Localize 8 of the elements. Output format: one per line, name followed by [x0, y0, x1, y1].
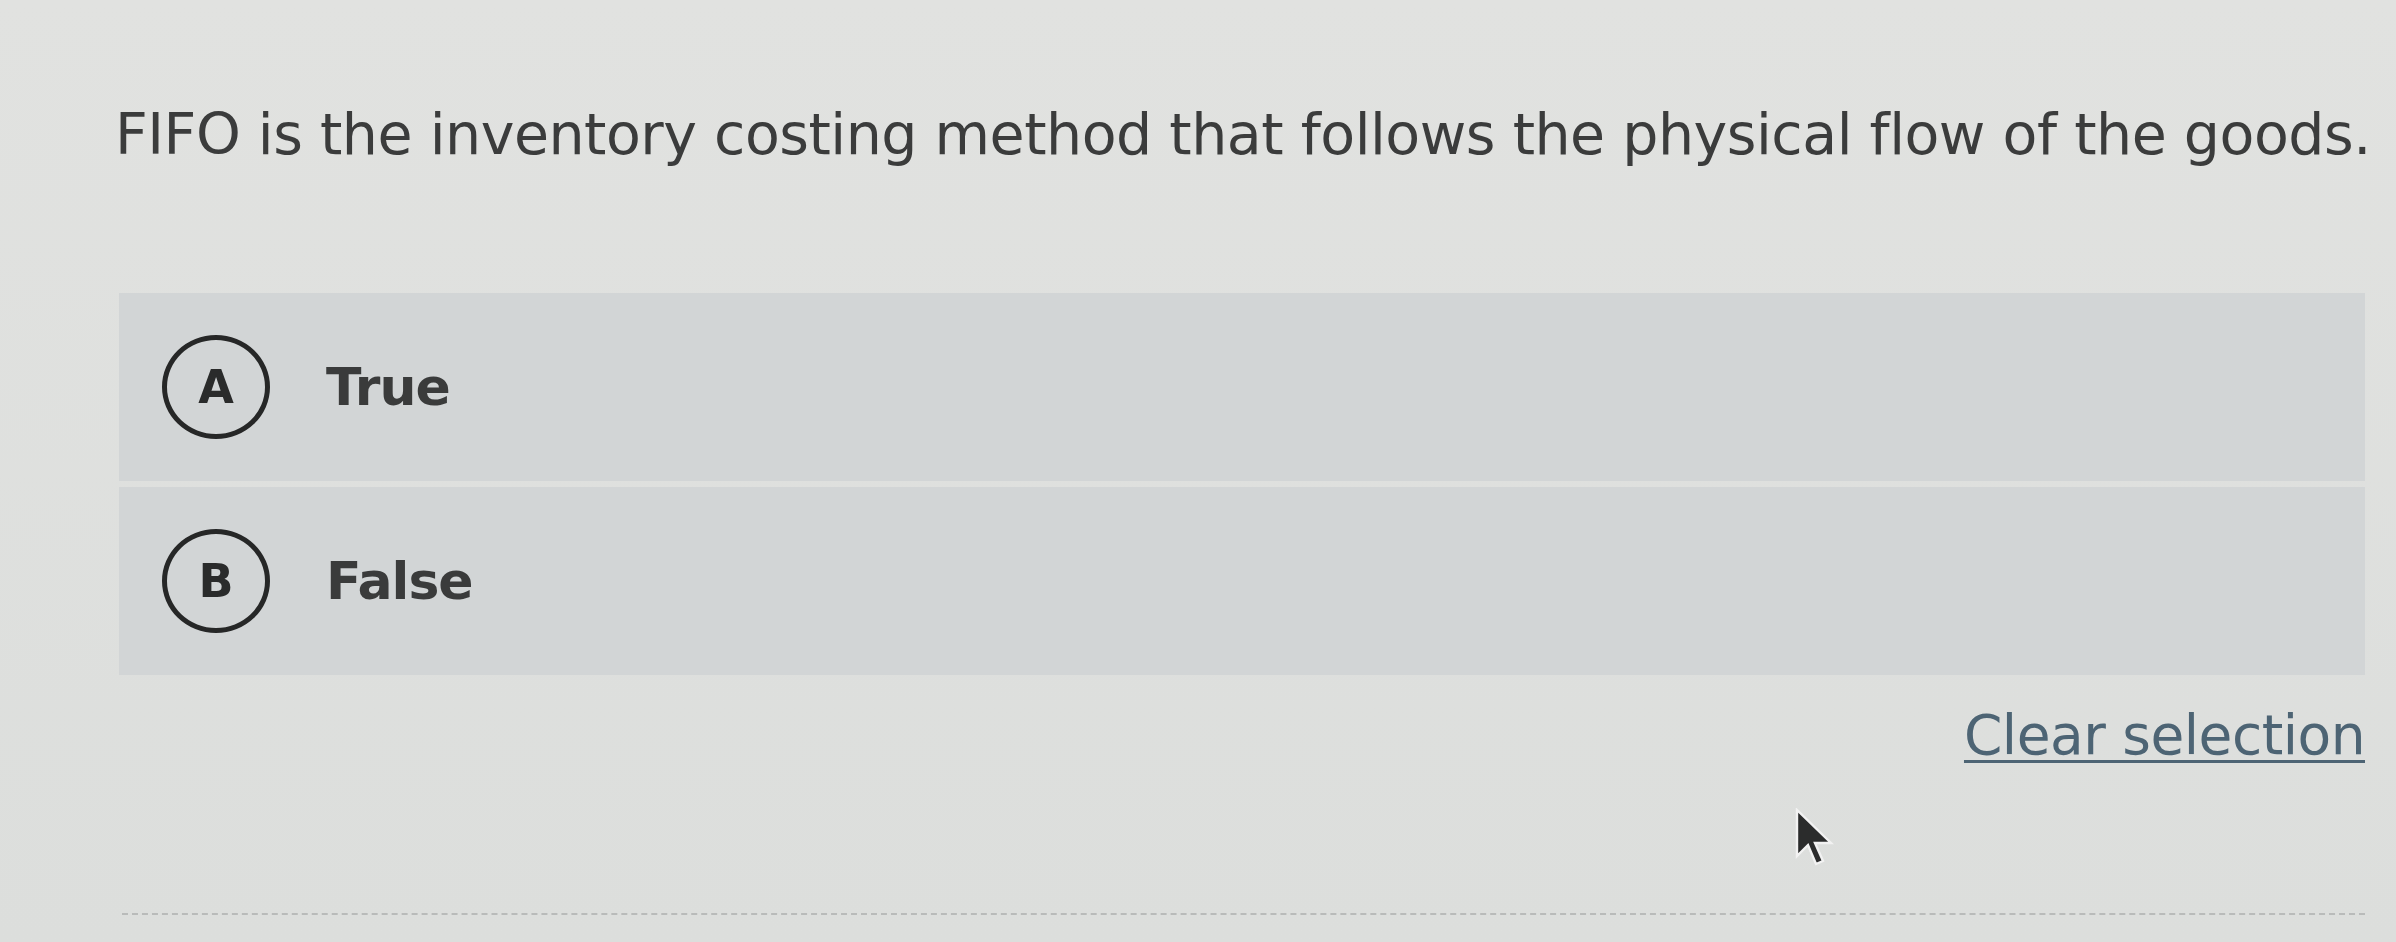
clear-selection-link[interactable]: Clear selection: [1963, 703, 2365, 767]
question-text: FIFO is the inventory costing method that follows the physical flow of the goods.: [115, 100, 2365, 169]
answer-option[interactable]: B False: [119, 487, 2365, 675]
option-label: True: [326, 357, 450, 417]
option-label: False: [326, 551, 473, 611]
option-letter: B: [162, 529, 270, 633]
answer-option[interactable]: A True: [119, 293, 2365, 481]
option-letter: A: [162, 335, 270, 439]
